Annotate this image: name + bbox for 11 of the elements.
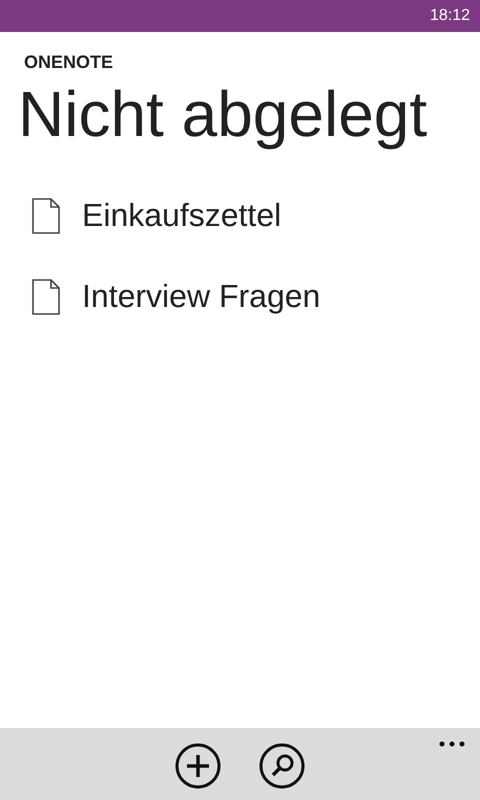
clock: 18:12 — [430, 7, 470, 25]
plus-icon — [174, 742, 222, 790]
search-button[interactable] — [258, 742, 306, 790]
app-name: ONENOTE — [24, 52, 114, 73]
page-title: Nicht abgelegt — [18, 77, 428, 151]
add-button[interactable] — [174, 742, 222, 790]
note-page-item[interactable]: Einkaufszettel — [82, 197, 282, 234]
page-icon — [32, 198, 60, 234]
search-icon — [258, 742, 306, 790]
note-page-item[interactable]: Interview Fragen — [82, 278, 320, 315]
page-icon — [32, 278, 60, 314]
